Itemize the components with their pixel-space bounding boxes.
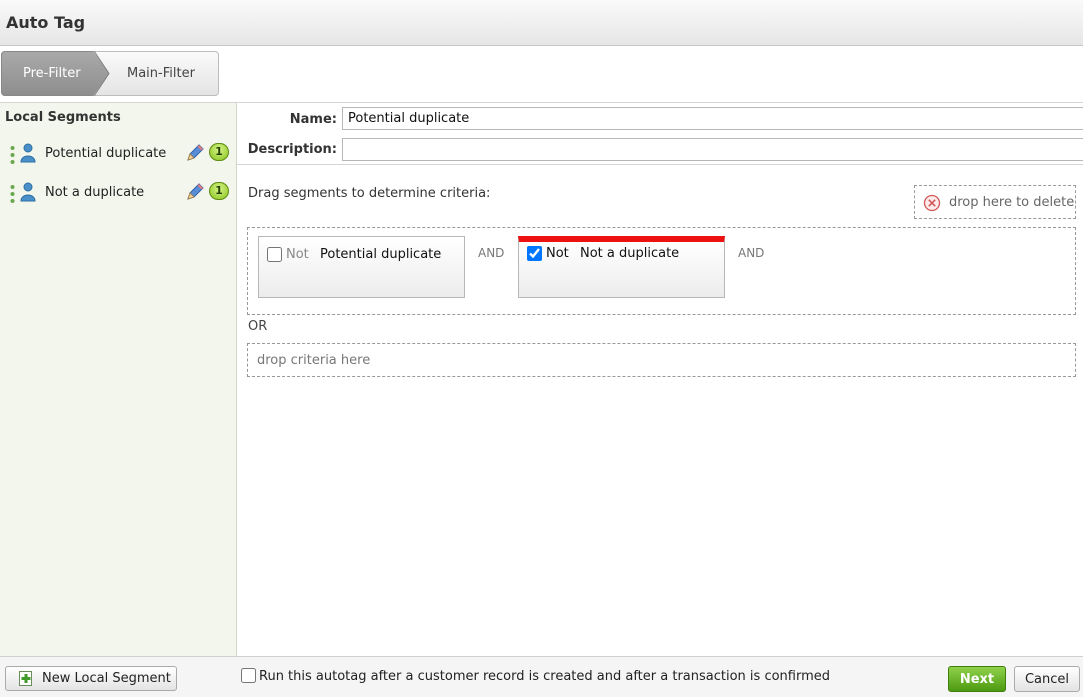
- segment-item-not-a-duplicate[interactable]: Not a duplicate 1: [0, 178, 236, 208]
- delete-drop-zone[interactable]: drop here to delete: [914, 185, 1076, 219]
- segment-label: Not a duplicate: [45, 185, 145, 200]
- segment-count-badge: 1: [209, 143, 229, 161]
- criteria-card[interactable]: Not Not a duplicate: [518, 236, 725, 298]
- not-label: Not: [546, 246, 569, 261]
- criteria-drop-zone[interactable]: drop criteria here: [247, 343, 1076, 377]
- not-checkbox[interactable]: [267, 247, 282, 262]
- autotag-form: Name: Description:: [237, 103, 1083, 165]
- edit-pencil-icon[interactable]: [185, 182, 205, 202]
- window-title: Auto Tag: [6, 13, 86, 32]
- and-connector: AND: [738, 246, 765, 260]
- run-autotag-checkbox[interactable]: [241, 668, 256, 683]
- or-label: OR: [248, 319, 268, 334]
- step-pre-filter-label: Pre-Filter: [23, 66, 81, 81]
- drop-zone-text: drop criteria here: [257, 353, 371, 368]
- segment-count-badge: 1: [209, 182, 229, 200]
- new-local-segment-label: New Local Segment: [42, 671, 171, 686]
- drag-handle-icon[interactable]: [10, 184, 15, 204]
- description-input[interactable]: [342, 138, 1083, 161]
- title-bar: Auto Tag: [0, 0, 1083, 46]
- local-segments-panel: Local Segments Potential duplicate 1 Not…: [0, 103, 237, 656]
- user-icon: [20, 182, 36, 202]
- edit-pencil-icon[interactable]: [185, 143, 205, 163]
- criteria-segment-name: Potential duplicate: [320, 247, 442, 262]
- delete-circle-icon: [923, 194, 941, 212]
- run-autotag-label: Run this autotag after a customer record…: [259, 669, 830, 684]
- drag-handle-icon[interactable]: [10, 145, 15, 165]
- segment-item-potential-duplicate[interactable]: Potential duplicate 1: [0, 139, 236, 169]
- wizard-steps: Main-Filter Pre-Filter: [1, 51, 219, 96]
- step-main-filter-label: Main-Filter: [127, 66, 195, 81]
- not-label: Not: [286, 247, 309, 262]
- step-chevron-icon: [94, 51, 110, 96]
- criteria-group[interactable]: Not Potential duplicate AND Not Not a du…: [247, 227, 1076, 315]
- cancel-button[interactable]: Cancel: [1014, 666, 1080, 692]
- description-label: Description:: [247, 142, 337, 157]
- criteria-card[interactable]: Not Potential duplicate: [258, 236, 465, 298]
- local-segments-title: Local Segments: [5, 110, 121, 125]
- segment-label: Potential duplicate: [45, 146, 167, 161]
- next-button[interactable]: Next: [948, 666, 1006, 692]
- criteria-segment-name: Not a duplicate: [580, 246, 680, 261]
- and-connector: AND: [478, 246, 505, 260]
- name-input[interactable]: [342, 107, 1083, 130]
- delete-zone-text: drop here to delete: [949, 195, 1075, 210]
- add-document-icon: [19, 671, 32, 686]
- new-local-segment-button[interactable]: New Local Segment: [5, 666, 177, 691]
- not-checkbox[interactable]: [527, 246, 542, 261]
- user-icon: [20, 143, 36, 163]
- footer-bar: New Local Segment Run this autotag after…: [0, 656, 1083, 697]
- criteria-instruction: Drag segments to determine criteria:: [248, 186, 491, 201]
- name-label: Name:: [289, 112, 337, 127]
